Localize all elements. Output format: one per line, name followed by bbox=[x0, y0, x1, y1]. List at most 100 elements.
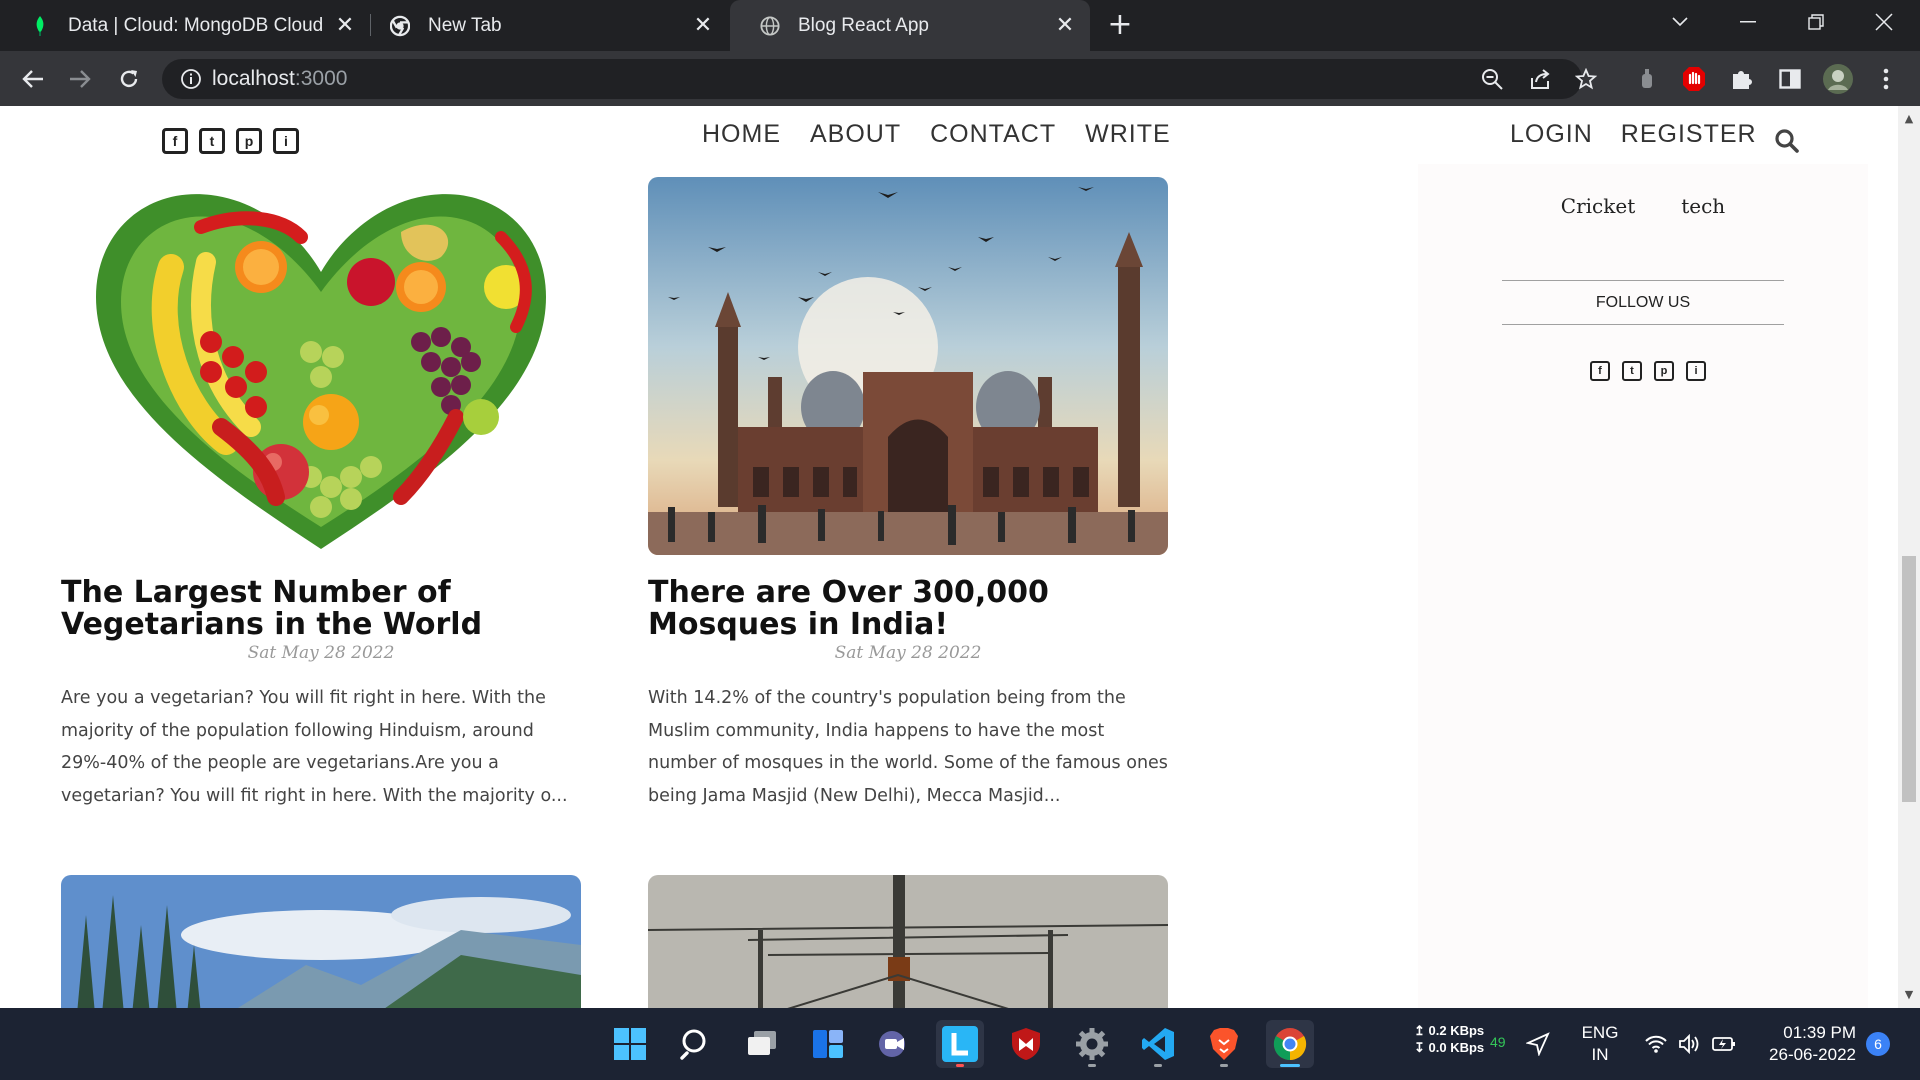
volume-icon[interactable] bbox=[1672, 1020, 1708, 1068]
post-image-mountains[interactable] bbox=[61, 875, 581, 1008]
widgets-icon[interactable] bbox=[804, 1020, 852, 1068]
url-port: :3000 bbox=[294, 67, 348, 90]
post-image-jama-masjid[interactable] bbox=[648, 177, 1168, 555]
scrollbar-thumb[interactable] bbox=[1902, 556, 1916, 802]
search-icon[interactable] bbox=[1774, 128, 1800, 158]
running-indicator bbox=[956, 1064, 964, 1067]
profile-avatar[interactable] bbox=[1821, 62, 1855, 96]
tab-blog-react-app[interactable]: Blog React App ✕ bbox=[730, 0, 1090, 51]
task-view-icon[interactable] bbox=[738, 1020, 786, 1068]
location-arrow-icon[interactable] bbox=[1518, 1020, 1558, 1068]
register-link[interactable]: REGISTER bbox=[1621, 120, 1757, 149]
running-indicator bbox=[1280, 1064, 1300, 1067]
notification-badge[interactable]: 6 bbox=[1866, 1032, 1890, 1056]
restore-icon[interactable] bbox=[1788, 0, 1844, 44]
page-viewport: The Largest Number of Vegetarians in the… bbox=[0, 106, 1898, 1008]
twitter-icon[interactable]: t bbox=[1622, 361, 1642, 381]
category-item[interactable]: tech bbox=[1681, 194, 1725, 218]
mongodb-leaf-icon bbox=[30, 15, 50, 36]
running-indicator bbox=[1088, 1064, 1096, 1067]
post-description: With 14.2% of the country's population b… bbox=[648, 688, 1168, 806]
close-icon[interactable]: ✕ bbox=[334, 14, 356, 36]
login-link[interactable]: LOGIN bbox=[1510, 120, 1593, 149]
windows-start-icon[interactable] bbox=[606, 1020, 654, 1068]
net-upload: 0.2 KBps bbox=[1428, 1023, 1485, 1038]
menu-write[interactable]: WRITE bbox=[1085, 120, 1171, 149]
scroll-up-icon[interactable]: ▲ bbox=[1903, 112, 1915, 125]
chat-icon[interactable] bbox=[870, 1020, 918, 1068]
network-speed-meter: ↥ 0.2 KBps ↧ 0.0 KBps bbox=[1414, 1023, 1485, 1055]
battery-charging-icon[interactable] bbox=[1706, 1020, 1742, 1068]
lang-text: ENG bbox=[1581, 1023, 1619, 1042]
clock-time: 01:39 PM bbox=[1783, 1023, 1856, 1042]
wifi-icon[interactable] bbox=[1638, 1020, 1674, 1068]
post-date: Sat May 28 2022 bbox=[247, 643, 395, 663]
adblock-hand-icon[interactable] bbox=[1677, 62, 1711, 96]
taskbar: ↥ 0.2 KBps ↧ 0.0 KBps 49 ENG IN 01:39 PM… bbox=[0, 1008, 1920, 1080]
clock-date: 26-06-2022 bbox=[1769, 1045, 1856, 1064]
chrome-icon[interactable] bbox=[1266, 1020, 1314, 1068]
post-image-railway[interactable] bbox=[648, 875, 1168, 1008]
share-icon[interactable] bbox=[1528, 67, 1552, 91]
extension-lamp-icon[interactable] bbox=[1630, 62, 1664, 96]
url-host: localhost bbox=[212, 67, 295, 90]
instagram-icon[interactable]: i bbox=[1686, 361, 1706, 381]
menu-about[interactable]: ABOUT bbox=[810, 120, 901, 149]
extensions-puzzle-icon[interactable] bbox=[1725, 62, 1759, 96]
reload-icon[interactable] bbox=[112, 62, 146, 96]
site-topbar: f t p i HOME ABOUT CONTACT WRITE LOGIN R… bbox=[0, 106, 1898, 164]
post-title[interactable]: The Largest Number of Vegetarians in the… bbox=[61, 577, 581, 641]
tab-mongodb[interactable]: Data | Cloud: MongoDB Cloud ✕ bbox=[0, 0, 370, 51]
forward-arrow-icon[interactable] bbox=[63, 62, 97, 96]
brave-lion-icon[interactable] bbox=[1200, 1020, 1248, 1068]
tab-search-icon[interactable] bbox=[1652, 0, 1708, 44]
search-icon[interactable] bbox=[672, 1020, 720, 1068]
menu-contact[interactable]: CONTACT bbox=[930, 120, 1056, 149]
auth-links: LOGIN REGISTER bbox=[1510, 120, 1757, 149]
close-icon[interactable]: ✕ bbox=[692, 14, 714, 36]
site-info-icon[interactable] bbox=[180, 68, 202, 94]
vscode-icon[interactable] bbox=[1134, 1020, 1182, 1068]
zoom-icon[interactable] bbox=[1480, 67, 1504, 91]
twitter-icon[interactable]: t bbox=[199, 128, 225, 154]
running-indicator bbox=[1220, 1064, 1228, 1067]
globe-icon bbox=[760, 15, 780, 36]
star-icon[interactable] bbox=[1574, 67, 1598, 91]
tab-strip: Data | Cloud: MongoDB Cloud ✕ New Tab ✕ … bbox=[0, 0, 1920, 51]
tab-title: Blog React App bbox=[798, 14, 929, 36]
follow-us-title: FOLLOW US bbox=[1502, 280, 1784, 325]
settings-gear-icon[interactable] bbox=[1068, 1020, 1116, 1068]
tab-title: Data | Cloud: MongoDB Cloud bbox=[68, 14, 324, 36]
language-indicator[interactable]: ENG IN bbox=[1580, 1022, 1620, 1066]
net-download: 0.0 KBps bbox=[1428, 1040, 1485, 1055]
browser-toolbar: localhost:3000 bbox=[0, 51, 1920, 106]
scroll-down-icon[interactable]: ▼ bbox=[1903, 988, 1915, 1001]
launcher-l-icon[interactable] bbox=[936, 1020, 984, 1068]
side-panel-icon[interactable] bbox=[1773, 62, 1807, 96]
clock[interactable]: 01:39 PM 26-06-2022 bbox=[1752, 1022, 1856, 1066]
category-item[interactable]: Cricket bbox=[1561, 194, 1635, 218]
mcafee-shield-icon[interactable] bbox=[1002, 1020, 1050, 1068]
url-text: localhost:3000 bbox=[212, 67, 347, 91]
close-icon[interactable]: ✕ bbox=[1054, 14, 1076, 36]
minimize-icon[interactable] bbox=[1720, 0, 1776, 44]
facebook-icon[interactable]: f bbox=[162, 128, 188, 154]
post-image-fruit-heart[interactable] bbox=[61, 177, 581, 555]
close-window-icon[interactable] bbox=[1856, 0, 1912, 44]
pinterest-icon[interactable]: p bbox=[1654, 361, 1674, 381]
facebook-icon[interactable]: f bbox=[1590, 361, 1610, 381]
tab-title: New Tab bbox=[428, 14, 502, 36]
sidebar: Cricket tech FOLLOW US f t p i bbox=[1418, 164, 1868, 1008]
page-scrollbar[interactable]: ▲ ▼ bbox=[1898, 106, 1920, 1008]
address-bar[interactable]: localhost:3000 bbox=[162, 59, 1597, 99]
tab-new-tab[interactable]: New Tab ✕ bbox=[360, 0, 728, 51]
pinterest-icon[interactable]: p bbox=[236, 128, 262, 154]
instagram-icon[interactable]: i bbox=[273, 128, 299, 154]
new-tab-button[interactable]: + bbox=[1106, 10, 1134, 40]
menu-home[interactable]: HOME bbox=[702, 120, 781, 149]
post-title[interactable]: There are Over 300,000 Mosques in India! bbox=[648, 577, 1168, 641]
post-description: Are you a vegetarian? You will fit right… bbox=[61, 688, 568, 806]
menu-kebab-icon[interactable] bbox=[1869, 62, 1903, 96]
back-arrow-icon[interactable] bbox=[16, 62, 50, 96]
main-menu: HOME ABOUT CONTACT WRITE bbox=[702, 120, 1171, 149]
